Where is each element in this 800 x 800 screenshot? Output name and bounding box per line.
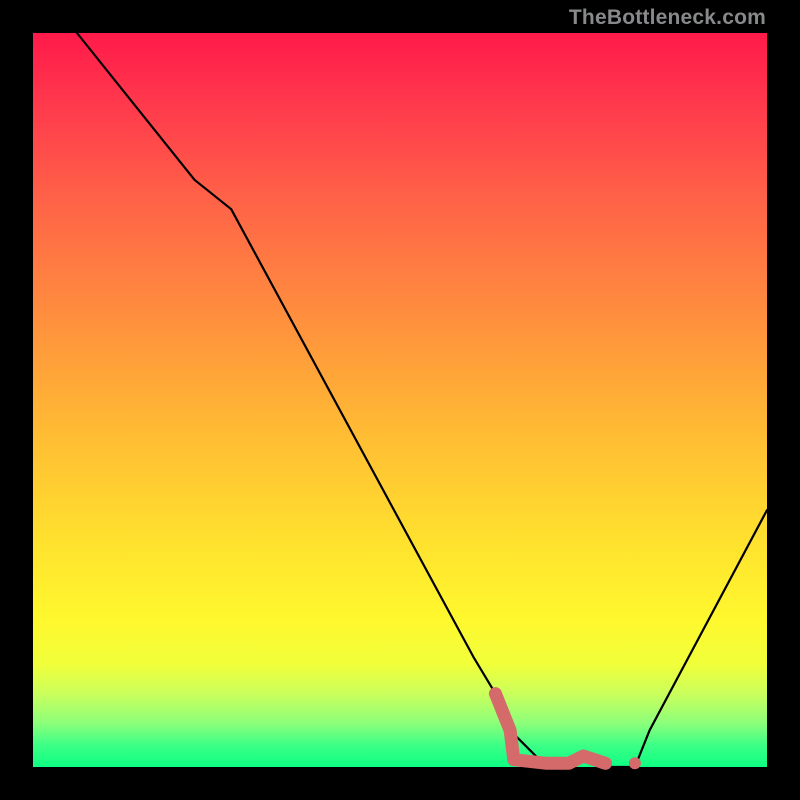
chart-frame: TheBottleneck.com — [0, 0, 800, 800]
bottleneck-curve — [33, 0, 767, 767]
highlight-dot — [629, 757, 641, 769]
chart-svg — [33, 33, 767, 767]
watermark-text: TheBottleneck.com — [569, 6, 766, 30]
highlight-segment — [495, 694, 605, 764]
